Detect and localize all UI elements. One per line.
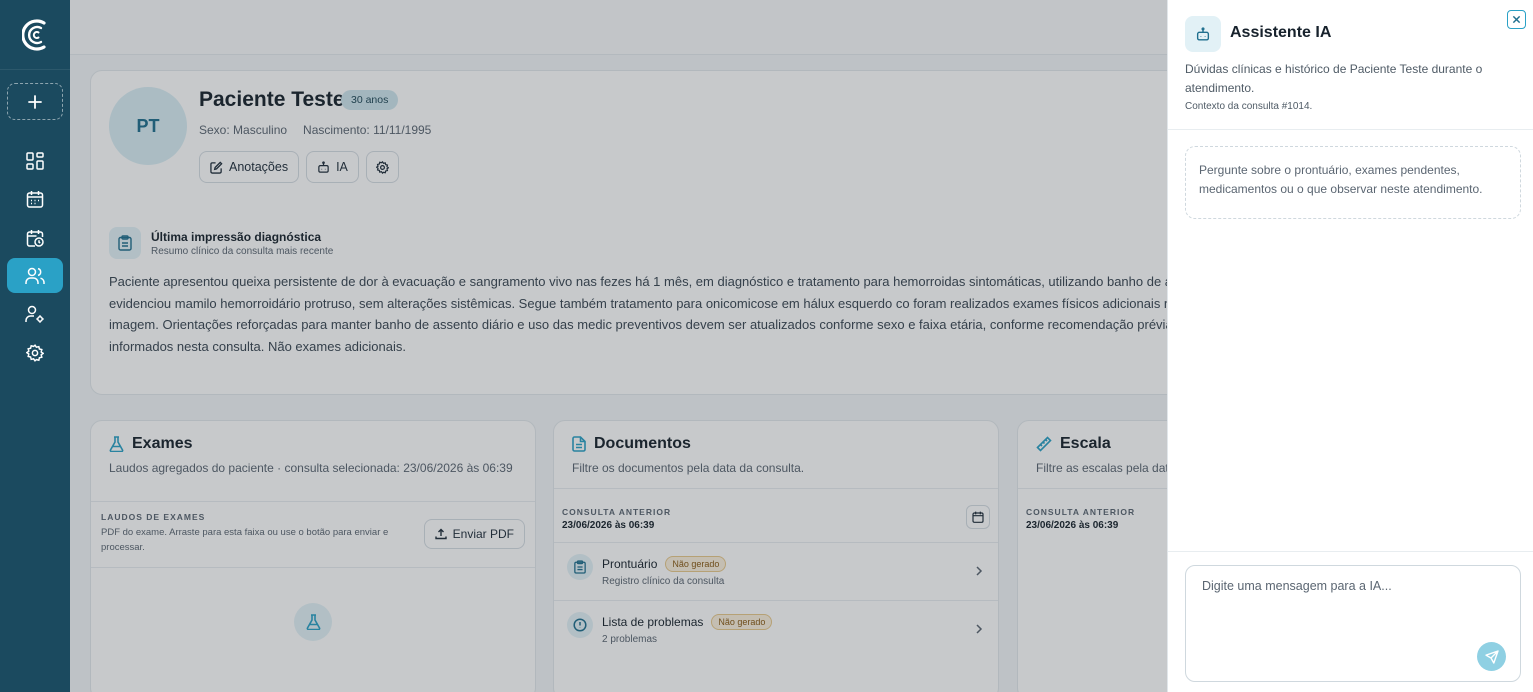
sidebar-item-consultas[interactable]	[7, 220, 63, 255]
plus-icon	[28, 94, 42, 109]
panel-description: Dúvidas clínicas e histórico de Paciente…	[1185, 62, 1483, 95]
gear-icon	[26, 343, 44, 362]
panel-header: Assistente IA Dúvidas clínicas e históri…	[1168, 0, 1533, 130]
grid-icon	[26, 151, 44, 170]
send-button[interactable]	[1477, 642, 1506, 671]
sidebar-item-usuarios[interactable]	[7, 296, 63, 331]
send-icon	[1484, 649, 1499, 664]
user-cog-icon	[25, 305, 44, 323]
message-input[interactable]	[1186, 566, 1520, 681]
calendar-icon	[26, 190, 44, 208]
panel-title: Assistente IA	[1230, 24, 1332, 41]
close-button[interactable]	[1507, 10, 1526, 29]
brand-c-logo	[22, 18, 46, 51]
sidebar-item-pacientes[interactable]	[7, 258, 63, 293]
sidebar-item-configuracoes[interactable]	[7, 335, 63, 370]
panel-context: Contexto da consulta #1014.	[1185, 101, 1313, 112]
robot-icon	[1185, 16, 1221, 52]
empty-chat-hint: Pergunte sobre o prontuário, exames pend…	[1185, 146, 1521, 219]
sidebar-item-dashboard[interactable]	[7, 143, 63, 178]
users-icon	[25, 267, 45, 284]
calendar-clock-icon	[26, 229, 44, 247]
new-button[interactable]	[7, 83, 63, 120]
sidebar	[0, 0, 70, 692]
message-input-wrapper	[1185, 565, 1521, 682]
brand-logo[interactable]	[0, 0, 70, 70]
close-icon	[1512, 15, 1521, 24]
sidebar-item-agenda[interactable]	[7, 181, 63, 216]
ai-assistant-panel: Assistente IA Dúvidas clínicas e históri…	[1167, 0, 1533, 692]
